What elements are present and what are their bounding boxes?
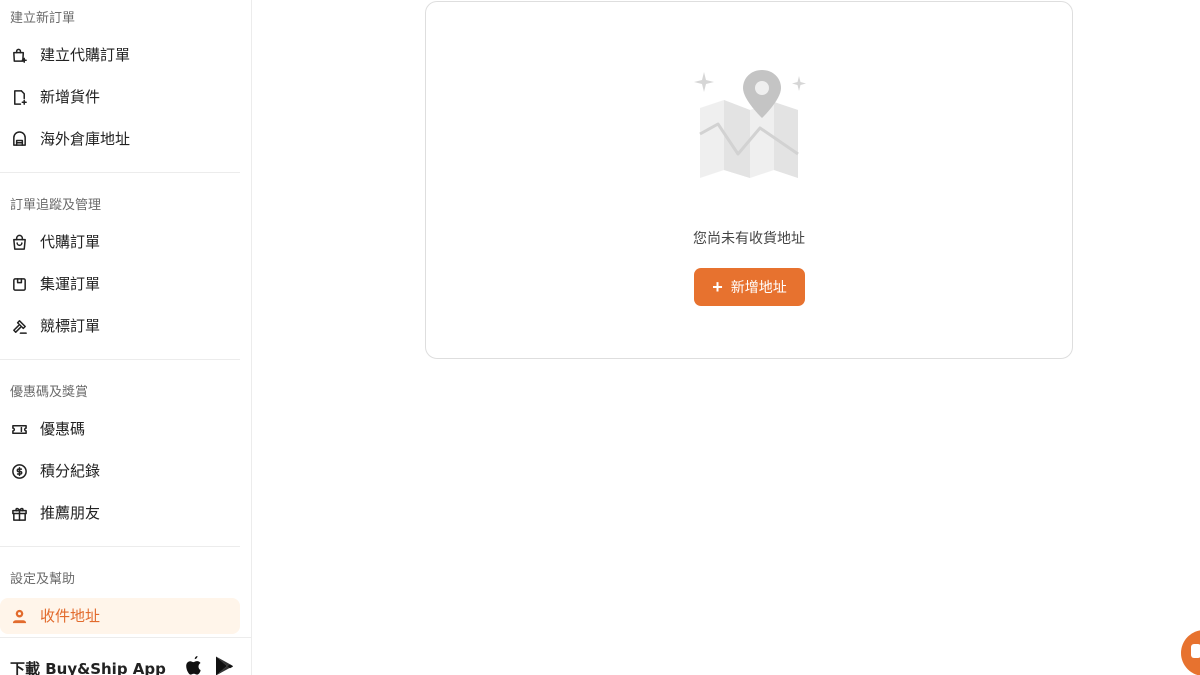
file-plus-icon xyxy=(10,88,28,106)
sidebar-item-label: 集運訂單 xyxy=(40,275,101,293)
gift-icon xyxy=(10,504,28,522)
sidebar-item-new-shipment[interactable]: 新增貨件 xyxy=(0,79,240,115)
apple-icon[interactable] xyxy=(184,655,204,675)
sidebar-item-refer-friends[interactable]: 推薦朋友 xyxy=(0,495,240,531)
package-icon xyxy=(10,275,28,293)
ticket-icon xyxy=(10,420,28,438)
google-play-icon[interactable] xyxy=(214,655,234,675)
location-user-icon xyxy=(10,607,28,625)
map-pin-illustration xyxy=(694,66,810,182)
plus-icon: + xyxy=(712,277,723,297)
download-app-label: 下載 Buy&Ship App xyxy=(10,660,166,675)
sidebar-item-label: 建立代購訂單 xyxy=(40,46,131,64)
sidebar-item-shipping-address[interactable]: 收件地址 xyxy=(0,598,240,634)
warehouse-icon xyxy=(10,130,28,148)
dollar-circle-icon xyxy=(10,462,28,480)
section-title-settings-help: 設定及幫助 xyxy=(10,572,76,587)
add-address-button-label: 新增地址 xyxy=(730,279,787,295)
sidebar-item-label: 推薦朋友 xyxy=(40,504,101,522)
empty-state-message: 您尚未有收貨地址 xyxy=(693,231,805,247)
sidebar-item-label: 優惠碼 xyxy=(40,420,86,438)
sidebar-item-purchase-orders[interactable]: 代購訂單 xyxy=(0,224,240,260)
sidebar-item-coupons[interactable]: 優惠碼 xyxy=(0,411,240,447)
add-address-button[interactable]: + 新增地址 xyxy=(694,268,805,306)
sidebar-item-label: 積分紀錄 xyxy=(40,462,101,480)
download-app-bar: 下載 Buy&Ship App xyxy=(0,637,252,675)
sidebar-item-label: 競標訂單 xyxy=(40,317,101,335)
section-title-rewards: 優惠碼及獎賞 xyxy=(10,385,89,400)
divider xyxy=(0,359,240,360)
gavel-icon xyxy=(10,317,28,335)
section-title-order-tracking: 訂單追蹤及管理 xyxy=(10,198,102,213)
sidebar-item-shipping-orders[interactable]: 集運訂單 xyxy=(0,266,240,302)
sidebar-item-auction-orders[interactable]: 競標訂單 xyxy=(0,308,240,344)
divider xyxy=(0,172,240,173)
shopping-bag-plus-icon xyxy=(10,46,28,64)
sidebar: 建立新訂單 建立代購訂單 新增貨件 海外倉庫地址 訂單追蹤及管理 代購訂單 集運… xyxy=(0,0,252,675)
chat-icon xyxy=(1191,644,1200,658)
section-title-create-order: 建立新訂單 xyxy=(10,11,76,26)
chat-support-button[interactable] xyxy=(1181,630,1200,675)
sidebar-item-points-history[interactable]: 積分紀錄 xyxy=(0,453,240,489)
sidebar-item-label: 代購訂單 xyxy=(40,233,101,251)
empty-address-card: 您尚未有收貨地址 + 新增地址 xyxy=(425,1,1073,359)
sidebar-item-label: 新增貨件 xyxy=(40,88,101,106)
divider xyxy=(0,546,240,547)
sidebar-item-create-purchase-order[interactable]: 建立代購訂單 xyxy=(0,37,240,73)
sidebar-item-label: 收件地址 xyxy=(40,607,101,625)
sidebar-item-overseas-warehouse[interactable]: 海外倉庫地址 xyxy=(0,121,240,157)
shopping-bag-icon xyxy=(10,233,28,251)
sidebar-item-label: 海外倉庫地址 xyxy=(40,130,131,148)
